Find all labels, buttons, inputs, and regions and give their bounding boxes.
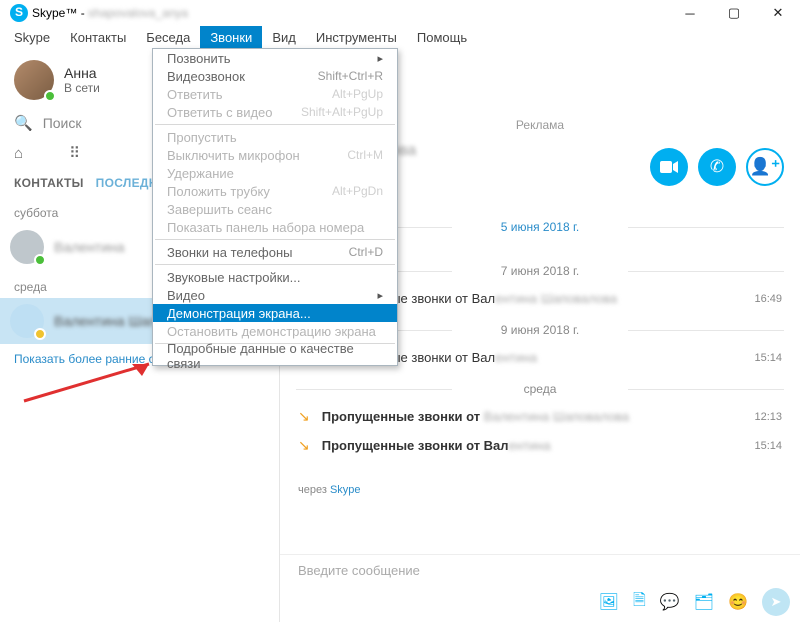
skype-logo-icon	[10, 4, 28, 22]
menu-skype[interactable]: Skype	[4, 26, 60, 48]
menu-item: Остановить демонстрацию экрана	[153, 322, 397, 340]
window-controls: ─ ▢ ✕	[668, 0, 800, 26]
date-separator: среда	[280, 382, 800, 396]
file-icon[interactable]: 🗎	[633, 589, 646, 616]
image-icon[interactable]: 🖼	[599, 592, 619, 612]
contact-avatar	[10, 230, 44, 264]
menu-item: Завершить сеанс	[153, 200, 397, 218]
menubar: Skype Контакты Беседа Звонки Вид Инструм…	[0, 26, 800, 48]
close-button[interactable]: ✕	[756, 0, 800, 26]
call-text: Пропущенные звонки от Валентина	[322, 438, 551, 453]
tab-contacts[interactable]: КОНТАКТЫ	[14, 176, 84, 190]
compose-toolbar: 🖼 🗎 💬 🗂 😊 ➤	[599, 588, 790, 616]
menu-item[interactable]: Звонки на телефоныCtrl+D	[153, 243, 397, 261]
menu-conversation[interactable]: Беседа	[136, 26, 200, 48]
call-time: 15:14	[754, 440, 782, 452]
home-icon[interactable]: ⌂	[14, 145, 23, 162]
video-call-button[interactable]	[650, 148, 688, 186]
missed-call-icon: ↘	[298, 437, 310, 454]
call-time: 16:49	[754, 293, 782, 305]
calls-dropdown[interactable]: Позвонить▸ВидеозвонокShift+Ctrl+RОтветит…	[152, 48, 398, 366]
call-time: 12:13	[754, 411, 782, 423]
missed-call-entry[interactable]: ↘ Пропущенные звонки от Валентина Шапова…	[280, 402, 800, 431]
emoji-icon[interactable]: 😊	[728, 592, 748, 612]
menu-item[interactable]: Звуковые настройки...	[153, 268, 397, 286]
minimize-button[interactable]: ─	[668, 0, 712, 26]
via-skype: через Skype	[280, 478, 800, 502]
menu-calls[interactable]: Звонки	[200, 26, 262, 48]
dialpad-icon[interactable]: ⠿	[69, 144, 80, 162]
call-text: Пропущенные звонки от Валентина Шаповало…	[322, 409, 629, 424]
submenu-arrow-icon: ▸	[377, 289, 383, 302]
contact-name: Валентина Шап	[54, 313, 157, 329]
add-contact-button[interactable]: 👤⁺	[746, 148, 784, 186]
menu-item: Пропустить	[153, 128, 397, 146]
menu-item: ОтветитьAlt+PgUp	[153, 85, 397, 103]
missed-call-entry[interactable]: ↘ Пропущенные звонки от Валентина 15:14	[280, 431, 800, 460]
menu-help[interactable]: Помощь	[407, 26, 477, 48]
menu-item: Удержание	[153, 164, 397, 182]
profile-status: В сети	[64, 81, 100, 95]
contact-avatar	[10, 304, 44, 338]
menu-item[interactable]: Подробные данные о качестве связи	[153, 347, 397, 365]
call-action-buttons: ✆ 👤⁺	[650, 148, 784, 186]
search-icon: 🔍	[14, 114, 33, 132]
menu-contacts[interactable]: Контакты	[60, 26, 136, 48]
menu-item: Ответить с видеоShift+Alt+PgUp	[153, 103, 397, 121]
menu-item[interactable]: Позвонить▸	[153, 49, 397, 67]
missed-call-icon: ↘	[298, 408, 310, 425]
menu-item[interactable]: ВидеозвонокShift+Ctrl+R	[153, 67, 397, 85]
menu-item: Положить трубкуAlt+PgDn	[153, 182, 397, 200]
avatar	[14, 60, 54, 100]
status-away-icon	[34, 328, 46, 340]
profile-name: Анна	[64, 65, 100, 81]
send-button[interactable]: ➤	[762, 588, 790, 616]
app-title: Skype™ - shapovalova_anya	[32, 6, 188, 20]
maximize-button[interactable]: ▢	[712, 0, 756, 26]
menu-item: Выключить микрофонCtrl+M	[153, 146, 397, 164]
video-message-icon[interactable]: 💬	[660, 592, 680, 612]
contact-card-icon[interactable]: 🗂	[694, 592, 714, 612]
menu-item[interactable]: Видео▸	[153, 286, 397, 304]
menu-item[interactable]: Демонстрация экрана...	[153, 304, 397, 322]
search-placeholder: Поиск	[43, 115, 82, 131]
submenu-arrow-icon: ▸	[377, 52, 383, 65]
titlebar: Skype™ - shapovalova_anya ─ ▢ ✕	[0, 0, 800, 26]
menu-view[interactable]: Вид	[262, 26, 306, 48]
audio-call-button[interactable]: ✆	[698, 148, 736, 186]
call-time: 15:14	[754, 352, 782, 364]
status-online-icon	[34, 254, 46, 266]
status-online-icon	[44, 90, 56, 102]
menu-item: Показать панель набора номера	[153, 218, 397, 236]
menu-tools[interactable]: Инструменты	[306, 26, 407, 48]
message-input[interactable]: Введите сообщение	[280, 554, 800, 586]
contact-name: Валентина	[54, 239, 125, 255]
